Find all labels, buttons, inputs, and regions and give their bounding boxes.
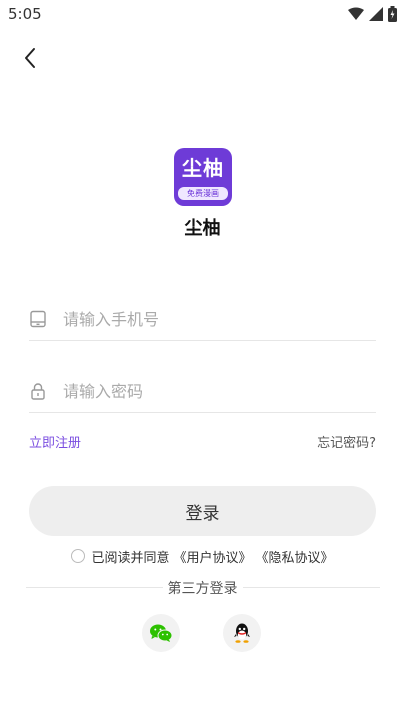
signal-icon	[369, 7, 383, 21]
battery-icon	[388, 6, 397, 22]
app-name: 尘柚	[184, 218, 221, 239]
password-field	[29, 370, 376, 413]
register-link[interactable]: 立即注册	[29, 432, 81, 451]
wifi-icon	[348, 7, 364, 20]
phone-field	[29, 298, 376, 341]
agreement-prefix: 已阅读并同意	[91, 550, 170, 566]
user-agreement-link[interactable]: 《用户协议》	[173, 547, 251, 566]
agreement-row: 已阅读并同意 《用户协议》 《隐私协议》	[0, 546, 405, 566]
wechat-login-button[interactable]	[142, 614, 180, 652]
qq-login-button[interactable]	[223, 614, 261, 652]
forgot-password-link[interactable]: 忘记密码?	[317, 432, 376, 451]
phone-input[interactable]	[61, 304, 365, 334]
qq-icon	[234, 623, 250, 643]
wechat-icon	[150, 624, 173, 642]
logo-main-text: 尘柚	[182, 156, 224, 180]
password-input[interactable]	[61, 376, 365, 406]
status-time: 5:05	[8, 5, 42, 23]
chevron-left-icon	[25, 48, 35, 68]
logo-badge: 尘柚 免费漫画	[174, 148, 232, 206]
status-bar: 5:05	[0, 0, 405, 28]
third-party-divider: 第三方登录	[0, 578, 405, 598]
app-logo: 尘柚 免费漫画	[174, 148, 232, 206]
phone-icon	[30, 310, 46, 328]
back-button[interactable]	[18, 44, 46, 72]
third-party-title: 第三方登录	[162, 581, 243, 597]
agreement-checkbox[interactable]	[71, 549, 86, 563]
privacy-policy-link[interactable]: 《隐私协议》	[256, 547, 334, 566]
login-button[interactable]: 登录	[29, 486, 376, 536]
logo-tag: 免费漫画	[178, 187, 228, 200]
status-icons	[348, 5, 397, 23]
lock-icon	[31, 383, 45, 400]
